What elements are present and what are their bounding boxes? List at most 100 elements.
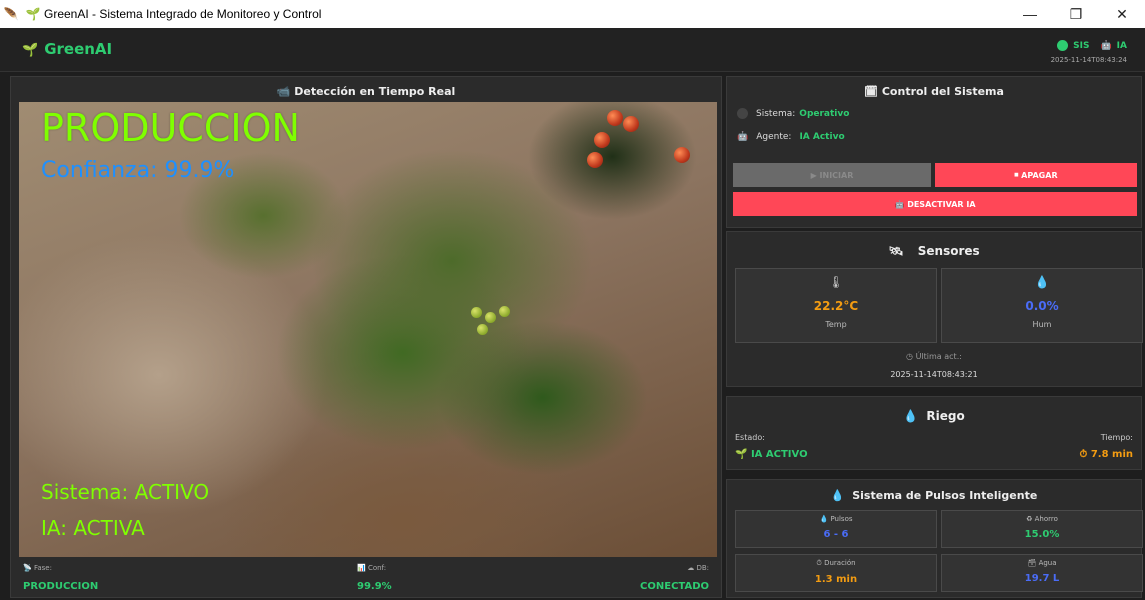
calendar-icon: 🗓 (864, 85, 879, 98)
thermometer-icon: 🌡 (828, 275, 844, 289)
play-icon: ▶ (810, 170, 820, 180)
riego-panel-title: 💧 Riego (727, 409, 1141, 423)
camera-title-text: Detección en Tiempo Real (294, 85, 456, 98)
apagar-button[interactable]: ⏹ APAGAR (935, 163, 1137, 187)
chart-icon: 📊 (357, 564, 366, 572)
green-tomato (485, 312, 496, 323)
tomato-fruit (674, 147, 690, 163)
agua-label: 🗃 Agua (1027, 559, 1057, 567)
db-label: ☁ DB: (687, 564, 709, 572)
close-button[interactable]: ✕ (1099, 0, 1145, 28)
tomato-fruit (594, 132, 610, 148)
conf-value: 99.9% (357, 581, 392, 592)
overlay-system: Sistema: ACTIVO (41, 480, 210, 504)
sis-status-label: SIS (1073, 40, 1090, 51)
iniciar-button[interactable]: ▶ INICIAR (733, 163, 931, 187)
restore-button[interactable]: ❐ (1053, 0, 1099, 28)
agente-status: 🤖 Agente: IA Activo (737, 132, 845, 142)
tomato-fruit (623, 116, 639, 132)
pulsos-label: 💧 Pulsos (819, 515, 853, 523)
tiempo-value: ⏱ 7.8 min (1080, 449, 1133, 460)
estado-label: Estado: (735, 433, 765, 442)
droplet-icon: 💧 (819, 515, 829, 523)
sistema-status-dot (737, 108, 748, 119)
duracion-card: ⏱ Duración 1.3 min (735, 554, 937, 592)
sistema-status: Sistema: Operativo (737, 108, 849, 119)
control-panel: 🗓 Control del Sistema Sistema: Operativo… (726, 76, 1142, 228)
timer-icon: ⏱ (816, 559, 822, 567)
database-icon: ☁ (687, 564, 695, 572)
brand: 🌱 GreenAI (22, 40, 112, 58)
app-header: 🌱 GreenAI SIS 🤖 IA 2025-11-14T08:43:24 (0, 28, 1145, 72)
iniciar-label: INICIAR (819, 170, 854, 180)
ahorro-card: ♻ Ahorro 15.0% (941, 510, 1143, 548)
brand-name: GreenAI (44, 40, 113, 58)
tiempo-label: Tiempo: (1100, 433, 1133, 442)
camera-panel: 📹 Detección en Tiempo Real PRODUCCION Co… (10, 76, 722, 598)
robot-icon: 🤖 (737, 132, 749, 142)
minimize-button[interactable]: — (1007, 0, 1053, 28)
ia-status-label: IA (1116, 40, 1127, 51)
riego-title-text: Riego (926, 409, 965, 423)
control-title-text: Control del Sistema (881, 85, 1004, 98)
ahorro-label: ♻ Ahorro (1026, 515, 1058, 523)
timer-icon: ⏱ (1079, 449, 1088, 460)
robot-icon: 🤖 (1100, 40, 1112, 51)
green-tomato (471, 307, 482, 318)
sistema-label: Sistema: (756, 108, 796, 119)
pulsos-card: 💧 Pulsos 6 - 6 (735, 510, 937, 548)
droplet-icon: 💧 (1034, 275, 1050, 289)
robot-icon: 🤖 (894, 199, 908, 209)
satellite-icon: 🛰 (888, 244, 904, 258)
ahorro-value: 15.0% (1024, 529, 1060, 540)
tomato-fruit (607, 110, 623, 126)
sensores-title-text: Sensores (917, 244, 980, 258)
seedling-icon: 🌱 (735, 449, 748, 460)
tiempo-value-text: 7.8 min (1090, 449, 1133, 460)
pulsos-panel: 💧 Sistema de Pulsos Inteligente 💧 Pulsos… (726, 479, 1143, 598)
duracion-label: ⏱ Duración (816, 559, 856, 567)
overlay-phase: PRODUCCION (41, 106, 300, 150)
agua-value: 19.7 L (1024, 573, 1060, 584)
camera-feed: PRODUCCION Confianza: 99.9% Sistema: ACT… (19, 102, 717, 557)
temp-card: 🌡 22.2°C Temp (735, 268, 937, 343)
feather-icon: 🪶 (3, 7, 19, 21)
savings-icon: ♻ (1026, 515, 1033, 523)
antenna-icon: 📡 (23, 564, 32, 572)
window-title: GreenAI - Sistema Integrado de Monitoreo… (44, 7, 322, 21)
water-meter-icon: 🗃 (1027, 559, 1037, 567)
window-titlebar: 🪶 🌱 GreenAI - Sistema Integrado de Monit… (0, 0, 1145, 28)
overlay-ia: IA: ACTIVA (41, 516, 145, 540)
desactivar-label: DESACTIVAR IA (907, 199, 976, 209)
camera-icon: 📹 (276, 85, 291, 98)
clock-icon: ◷ (906, 352, 914, 361)
sensores-panel-title: 🛰 Sensores (727, 244, 1141, 258)
estado-value-text: IA ACTIVO (750, 449, 808, 460)
header-timestamp: 2025-11-14T08:43:24 (1050, 56, 1127, 64)
last-update-label: ◷ Última act.: (727, 352, 1141, 361)
camera-panel-title: 📹 Detección en Tiempo Real (11, 85, 721, 98)
hum-label: Hum (1032, 320, 1052, 329)
db-value: CONECTADO (640, 581, 709, 592)
conf-label: 📊 Conf: (357, 564, 387, 572)
control-panel-title: 🗓 Control del Sistema (727, 85, 1141, 98)
green-tomato (499, 306, 510, 317)
overlay-confidence: Confianza: 99.9% (41, 158, 235, 183)
pulsos-panel-title: 💧 Sistema de Pulsos Inteligente (727, 489, 1141, 502)
apagar-label: APAGAR (1021, 170, 1058, 180)
tomato-fruit (587, 152, 603, 168)
agente-label: Agente: (756, 132, 792, 142)
agente-value: IA Activo (799, 132, 845, 142)
header-status: SIS 🤖 IA (1057, 40, 1127, 51)
agua-card: 🗃 Agua 19.7 L (941, 554, 1143, 592)
last-update-text: Última act.: (915, 352, 962, 361)
temp-value: 22.2°C (813, 299, 859, 313)
seedling-icon: 🌱 (25, 7, 41, 21)
desactivar-ia-button[interactable]: 🤖 DESACTIVAR IA (733, 192, 1137, 216)
temp-label: Temp (825, 320, 847, 329)
hum-card: 💧 0.0% Hum (941, 268, 1143, 343)
sensores-panel: 🛰 Sensores 🌡 22.2°C Temp 💧 0.0% Hum ◷ Úl… (726, 231, 1143, 387)
pulsos-value: 6 - 6 (823, 529, 849, 540)
camera-stats: 📡 Fase: PRODUCCION 📊 Conf: 99.9% ☁ DB: C… (11, 561, 721, 597)
sistema-value: Operativo (799, 108, 850, 119)
